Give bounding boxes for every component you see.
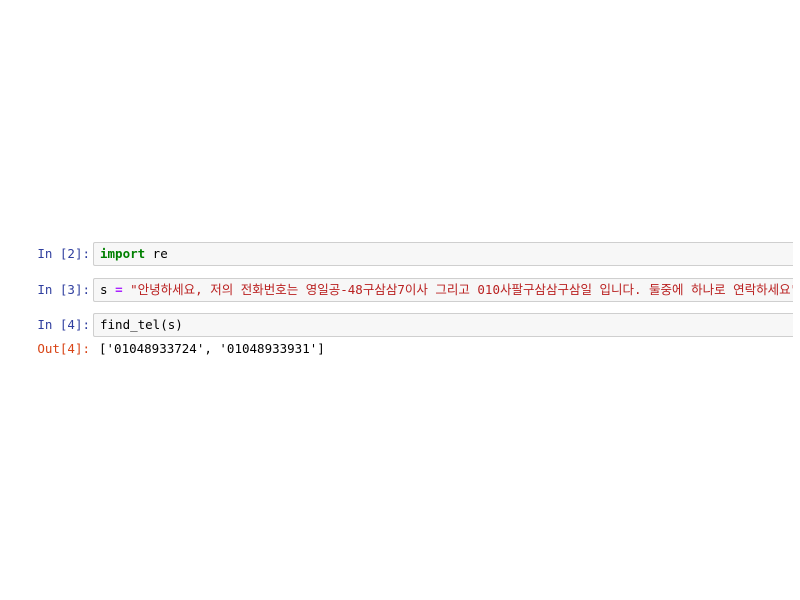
string-token: "안녕하세요, 저의 전화번호는 영일공-48구삼삼7이사 그리고 010사팔구… (130, 282, 793, 297)
variable-token: s (100, 282, 108, 297)
out-prompt: Out[4]: (37, 341, 90, 356)
code-text: re (145, 246, 168, 261)
code-input[interactable]: import re (93, 242, 793, 266)
output-text: ['01048933724', '01048933931'] (99, 341, 325, 356)
notebook: In [2]: import re In [3]: s = "안녕하세요, 저의… (0, 0, 800, 600)
paren-close: ) (175, 317, 183, 332)
in-prompt: In [2]: (37, 246, 90, 261)
in-prompt: In [3]: (37, 282, 90, 297)
code-input[interactable]: s = "안녕하세요, 저의 전화번호는 영일공-48구삼삼7이사 그리고 01… (93, 278, 793, 302)
in-prompt: In [4]: (37, 317, 90, 332)
code-input[interactable]: find_tel(s) (93, 313, 793, 337)
operator-token: = (115, 282, 123, 297)
keyword-token: import (100, 246, 146, 261)
function-token: find_tel (100, 317, 161, 332)
paren-open: ( (160, 317, 168, 332)
